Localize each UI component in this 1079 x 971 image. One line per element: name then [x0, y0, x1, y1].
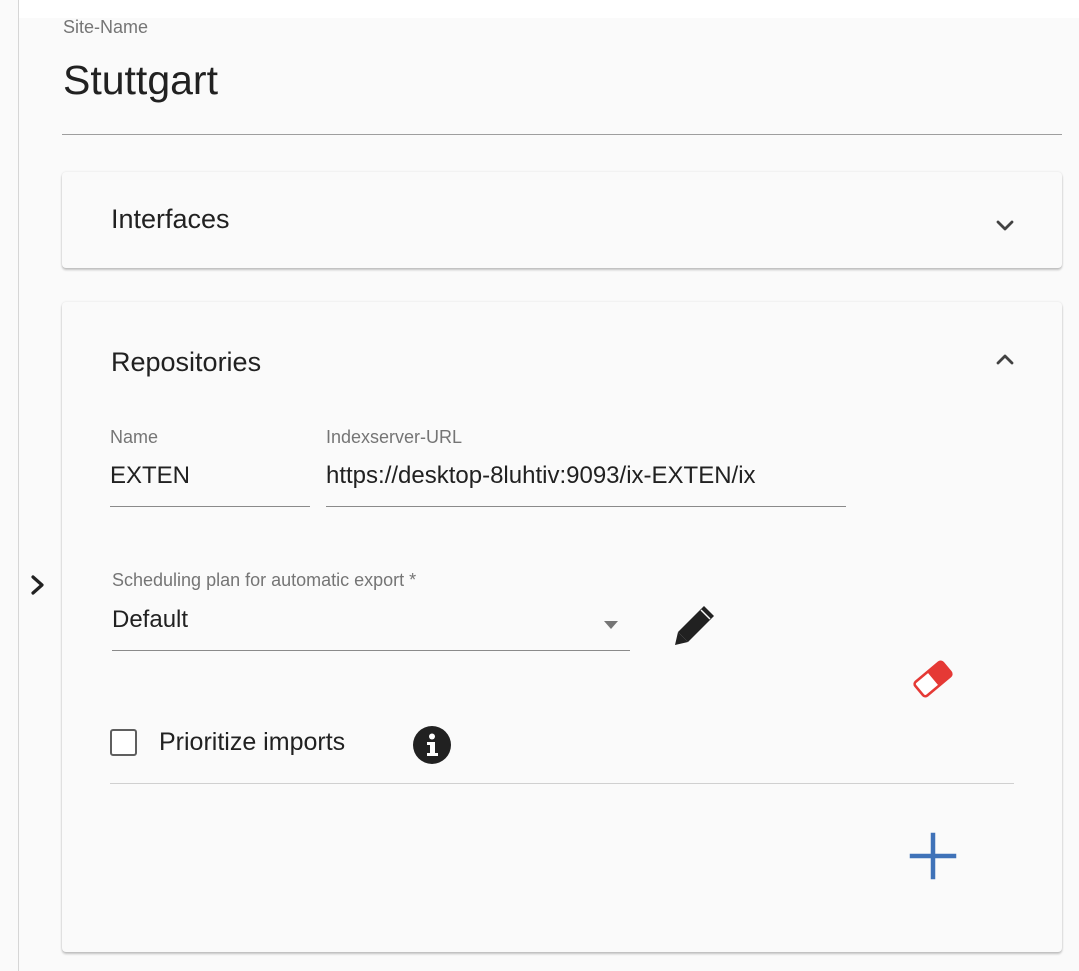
dropdown-arrow-icon[interactable] [601, 619, 621, 631]
chevron-right-icon[interactable] [28, 572, 48, 598]
repositories-panel: Repositories Name EXTEN Indexserver-URL … [62, 302, 1062, 952]
indexserver-url-field[interactable]: https://desktop-8luhtiv:9093/ix-EXTEN/ix [326, 461, 756, 491]
prioritize-imports-checkbox[interactable] [110, 729, 137, 756]
site-name-input[interactable]: Stuttgart [63, 54, 218, 106]
name-field-label: Name [110, 427, 159, 447]
chevron-up-icon[interactable] [991, 349, 1019, 369]
scheduling-plan-label: Scheduling plan for automatic export * [112, 570, 417, 590]
site-name-underline [62, 134, 1062, 135]
indexserver-url-label: Indexserver-URL [326, 427, 463, 447]
interfaces-panel-title[interactable]: Interfaces [111, 203, 230, 235]
site-settings-page: Site-Name Stuttgart Interfaces Repositor… [0, 0, 1079, 971]
scheduling-plan-underline [112, 650, 630, 651]
site-name-label: Site-Name [63, 17, 149, 37]
top-strip [19, 0, 1079, 18]
repositories-divider [110, 783, 1014, 784]
name-field[interactable]: EXTEN [110, 461, 190, 491]
plus-icon[interactable] [908, 831, 958, 881]
name-field-underline [110, 506, 310, 507]
left-border [18, 0, 19, 971]
eraser-icon[interactable] [909, 656, 957, 702]
scheduling-plan-select[interactable]: Default [112, 605, 188, 635]
chevron-down-icon[interactable] [991, 216, 1019, 236]
prioritize-imports-label[interactable]: Prioritize imports [159, 726, 345, 758]
pencil-icon[interactable] [672, 602, 718, 648]
indexserver-url-underline [326, 506, 846, 507]
info-icon[interactable] [411, 724, 453, 766]
interfaces-panel[interactable]: Interfaces [62, 172, 1062, 268]
repositories-panel-title[interactable]: Repositories [111, 346, 261, 378]
